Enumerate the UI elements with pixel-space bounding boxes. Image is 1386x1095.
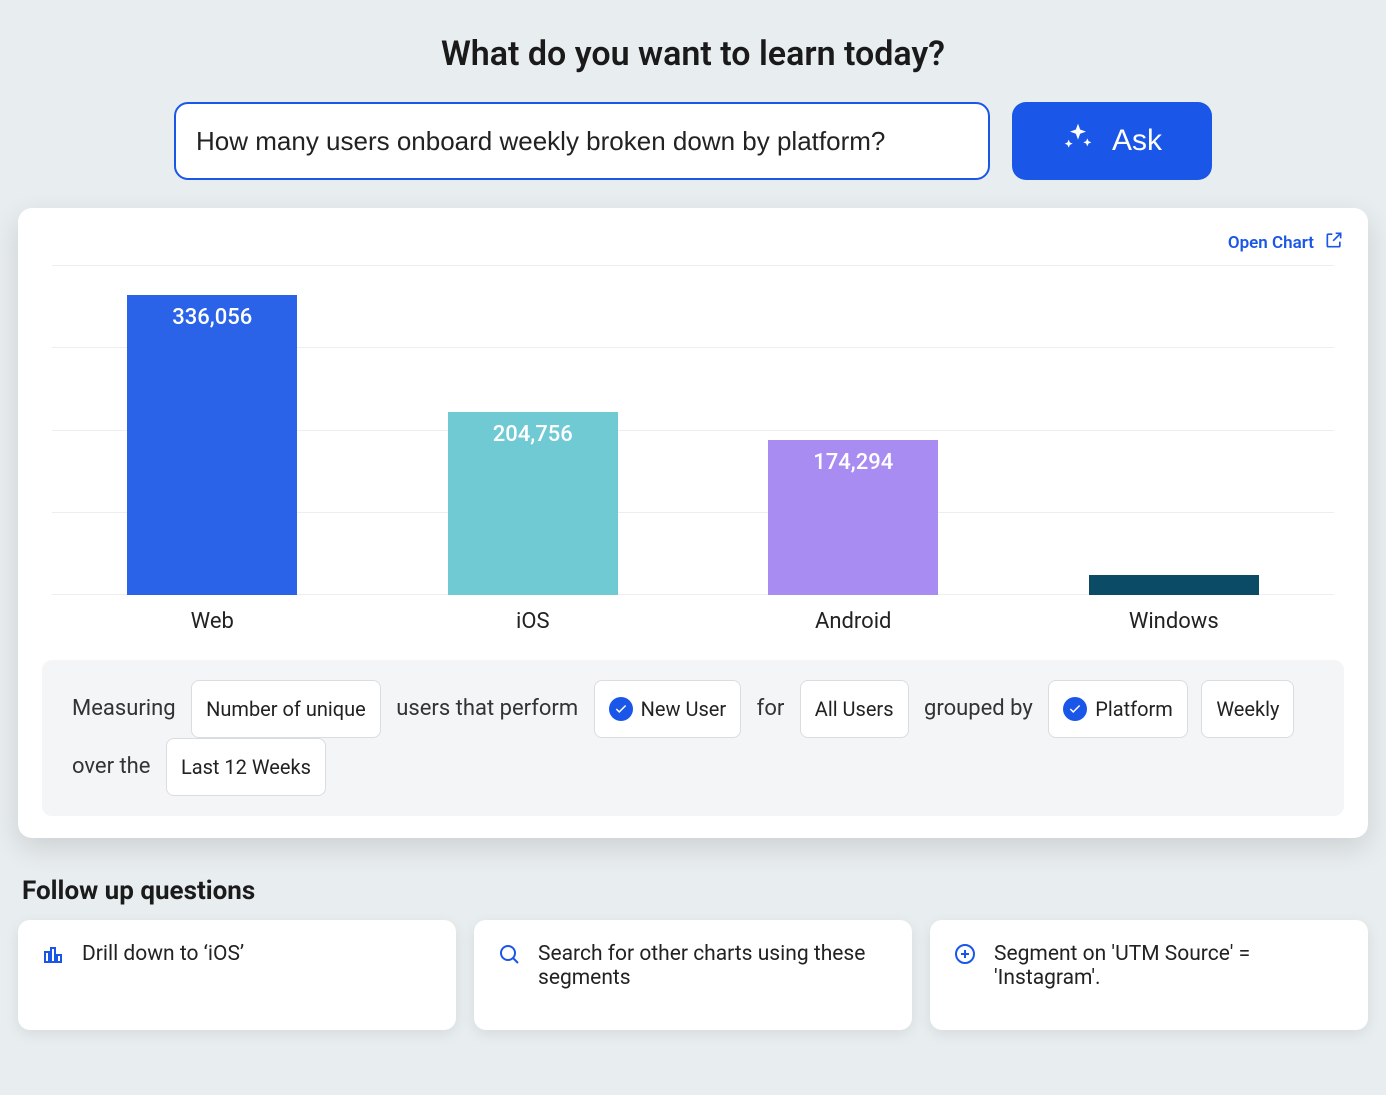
bar-chart-icon (40, 942, 66, 1008)
x-axis-label: iOS (373, 609, 694, 634)
open-chart-link[interactable]: Open Chart (1228, 230, 1344, 255)
property-badge-icon (1063, 697, 1087, 721)
search-icon (496, 942, 522, 1008)
page-heading: What do you want to learn today? (18, 34, 1368, 74)
bar-android[interactable]: 174,294 (768, 440, 938, 595)
ask-button[interactable]: Ask (1012, 102, 1212, 180)
followup-card[interactable]: Search for other charts using these segm… (474, 920, 912, 1030)
chip-cohort[interactable]: All Users (800, 680, 909, 738)
result-card: Open Chart 336,056204,756174,294 WebiOSA… (18, 208, 1368, 838)
chip-interval[interactable]: Weekly (1201, 680, 1294, 738)
sparkle-icon (1062, 121, 1094, 161)
bar-slot: 336,056 (52, 265, 373, 595)
formula-text: Measuring (72, 696, 176, 721)
x-axis: WebiOSAndroidWindows (52, 609, 1334, 634)
bar-ios[interactable]: 204,756 (448, 412, 618, 595)
external-link-icon (1324, 230, 1344, 255)
followup-text: Drill down to ‘iOS’ (82, 942, 244, 1008)
formula-text: grouped by (924, 696, 1033, 721)
chip-measure[interactable]: Number of unique (191, 680, 381, 738)
bar-value-label: 336,056 (172, 305, 252, 330)
chip-date-range[interactable]: Last 12 Weeks (166, 738, 326, 796)
followup-card[interactable]: Drill down to ‘iOS’ (18, 920, 456, 1030)
followup-text: Search for other charts using these segm… (538, 942, 890, 1008)
followup-heading: Follow up questions (22, 876, 1368, 906)
bar-value-label: 204,756 (493, 422, 573, 447)
chip-event[interactable]: New User (594, 680, 742, 738)
bar-value-label: 174,294 (813, 450, 893, 475)
followup-card[interactable]: Segment on 'UTM Source' = 'Instagram'. (930, 920, 1368, 1030)
open-chart-label: Open Chart (1228, 233, 1314, 253)
formula-text: over the (72, 754, 150, 779)
chip-group-by[interactable]: Platform (1048, 680, 1188, 738)
event-badge-icon (609, 697, 633, 721)
bar-slot: 174,294 (693, 265, 1014, 595)
followup-text: Segment on 'UTM Source' = 'Instagram'. (994, 942, 1346, 1008)
question-input[interactable] (174, 102, 990, 180)
x-axis-label: Windows (1014, 609, 1335, 634)
x-axis-label: Android (693, 609, 1014, 634)
bar-web[interactable]: 336,056 (127, 295, 297, 595)
x-axis-label: Web (52, 609, 373, 634)
plus-circle-icon (952, 942, 978, 1008)
search-row: Ask (18, 102, 1368, 180)
followup-list: Drill down to ‘iOS’ Search for other char… (18, 920, 1368, 1030)
bar-chart: 336,056 204,756 174,294 (52, 265, 1334, 595)
ask-label: Ask (1112, 124, 1162, 158)
formula-text: users that perform (396, 696, 578, 721)
bar-slot: 204,756 (373, 265, 694, 595)
formula-text: for (757, 696, 785, 721)
query-description: Measuring Number of unique users that pe… (42, 660, 1344, 816)
bar-slot (1014, 265, 1335, 595)
bar-windows[interactable] (1089, 575, 1259, 595)
